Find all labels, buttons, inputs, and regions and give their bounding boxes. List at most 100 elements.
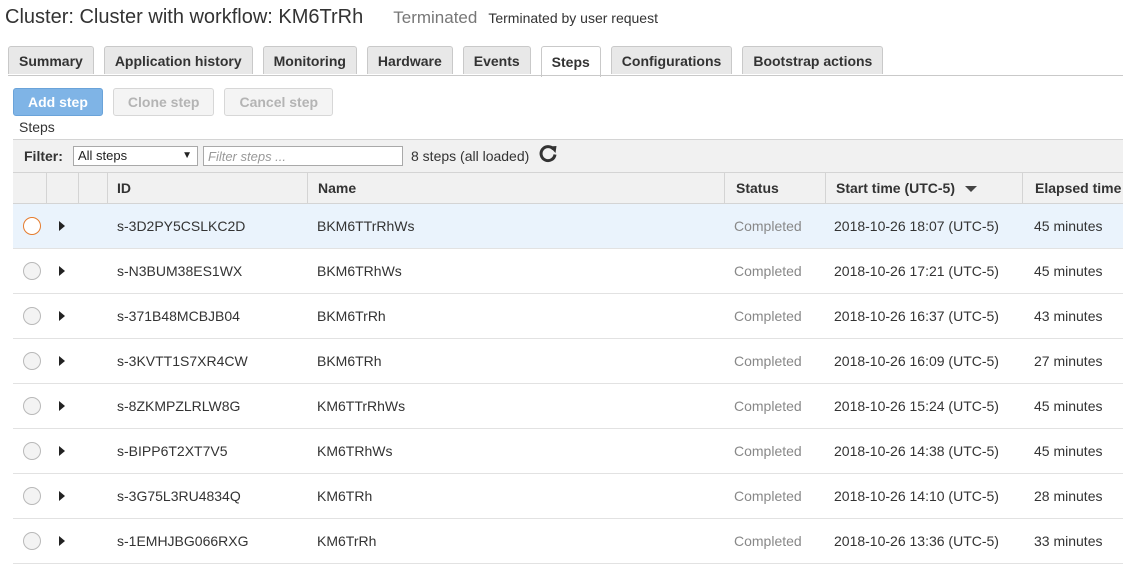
- step-elapsed-time: 28 minutes: [1034, 488, 1103, 504]
- step-elapsed-time: 33 minutes: [1034, 533, 1103, 549]
- step-elapsed-time: 45 minutes: [1034, 443, 1103, 459]
- step-status: Completed: [734, 353, 802, 369]
- filter-steps-input[interactable]: [203, 146, 403, 166]
- add-step-button[interactable]: Add step: [13, 88, 103, 116]
- step-id: s-3KVTT1S7XR4CW: [117, 353, 248, 369]
- step-status: Completed: [734, 443, 802, 459]
- filter-bar: Filter: All steps ▼ 8 steps (all loaded): [13, 139, 1123, 172]
- tab-bootstrap-actions[interactable]: Bootstrap actions: [742, 46, 884, 74]
- caret-right-icon[interactable]: [59, 311, 65, 321]
- row-select-radio[interactable]: [23, 307, 41, 325]
- caret-right-icon[interactable]: [59, 356, 65, 366]
- row-select-radio[interactable]: [23, 262, 41, 280]
- column-header-start-time-label: Start time (UTC-5): [836, 180, 956, 196]
- step-name: BKM6TTrRhWs: [317, 218, 415, 234]
- step-status: Completed: [734, 533, 802, 549]
- step-name: BKM6TrRh: [317, 308, 386, 324]
- row-select-radio[interactable]: [23, 487, 41, 505]
- step-id: s-371B48MCBJB04: [117, 308, 240, 324]
- step-status: Completed: [734, 218, 802, 234]
- step-start-time: 2018-10-26 16:37 (UTC-5): [834, 308, 999, 324]
- tab-configurations[interactable]: Configurations: [610, 46, 733, 74]
- row-select-radio[interactable]: [23, 397, 41, 415]
- column-divider: [307, 173, 308, 204]
- tab-summary[interactable]: Summary: [8, 46, 94, 74]
- step-id: s-N3BUM38ES1WX: [117, 263, 243, 279]
- step-name: KM6TrRh: [317, 533, 377, 549]
- tab-monitoring[interactable]: Monitoring: [262, 46, 357, 74]
- table-row[interactable]: s-1EMHJBG066RXG KM6TrRh Completed 2018-1…: [13, 519, 1123, 564]
- table-row[interactable]: s-N3BUM38ES1WX BKM6TRhWs Completed 2018-…: [13, 249, 1123, 294]
- step-filter-select[interactable]: All steps ▼: [73, 146, 198, 166]
- table-row[interactable]: s-BIPP6T2XT7V5 KM6TRhWs Completed 2018-1…: [13, 429, 1123, 474]
- row-select-radio[interactable]: [23, 532, 41, 550]
- step-elapsed-time: 45 minutes: [1034, 218, 1103, 234]
- column-divider: [1022, 173, 1023, 204]
- column-header-status[interactable]: Status: [736, 173, 779, 204]
- tab-bar: Summary Application history Monitoring H…: [8, 46, 893, 77]
- page-title: Cluster: Cluster with workflow: KM6TrRh: [5, 6, 364, 28]
- tab-divider: [8, 75, 1123, 76]
- step-id: s-8ZKMPZLRLW8G: [117, 398, 241, 414]
- caret-right-icon[interactable]: [59, 491, 65, 501]
- table-row[interactable]: s-3KVTT1S7XR4CW BKM6TRh Completed 2018-1…: [13, 339, 1123, 384]
- column-divider: [107, 173, 108, 204]
- step-count: 8 steps (all loaded): [411, 148, 530, 164]
- row-select-radio[interactable]: [23, 442, 41, 460]
- tab-application-history[interactable]: Application history: [103, 46, 253, 74]
- sort-descending-icon: [965, 186, 978, 193]
- filter-label: Filter:: [24, 148, 63, 164]
- step-id: s-3D2PY5CSLKC2D: [117, 218, 246, 234]
- column-header-elapsed-time[interactable]: Elapsed time: [1035, 173, 1121, 204]
- cluster-state-reason: Terminated by user request: [488, 10, 658, 26]
- step-name: BKM6TRhWs: [317, 263, 402, 279]
- step-status: Completed: [734, 398, 802, 414]
- table-row[interactable]: s-8ZKMPZLRLW8G KM6TTrRhWs Completed 2018…: [13, 384, 1123, 429]
- cluster-state: Terminated: [393, 8, 478, 27]
- table-row[interactable]: s-3G75L3RU4834Q KM6TRh Completed 2018-10…: [13, 474, 1123, 519]
- table-header: ID Name Status Start time (UTC-5) Elapse…: [13, 172, 1123, 204]
- column-divider: [78, 173, 79, 204]
- column-divider: [46, 173, 47, 204]
- tab-steps[interactable]: Steps: [540, 46, 601, 77]
- chevron-down-icon: ▼: [182, 150, 192, 161]
- caret-right-icon[interactable]: [59, 401, 65, 411]
- step-start-time: 2018-10-26 16:09 (UTC-5): [834, 353, 999, 369]
- step-start-time: 2018-10-26 14:10 (UTC-5): [834, 488, 999, 504]
- step-status: Completed: [734, 488, 802, 504]
- row-select-radio[interactable]: [23, 352, 41, 370]
- cluster-header: Cluster: Cluster with workflow: KM6TrRh …: [5, 6, 658, 32]
- column-header-start-time[interactable]: Start time (UTC-5): [836, 173, 978, 204]
- column-header-name[interactable]: Name: [318, 173, 356, 204]
- tab-events[interactable]: Events: [462, 46, 531, 74]
- step-start-time: 2018-10-26 15:24 (UTC-5): [834, 398, 999, 414]
- column-header-id[interactable]: ID: [117, 173, 131, 204]
- step-name: KM6TRh: [317, 488, 373, 504]
- refresh-icon[interactable]: [537, 143, 559, 165]
- tab-hardware[interactable]: Hardware: [366, 46, 453, 74]
- column-divider: [825, 173, 826, 204]
- step-name: KM6TTrRhWs: [317, 398, 406, 414]
- section-label: Steps: [19, 119, 55, 135]
- step-status: Completed: [734, 308, 802, 324]
- caret-right-icon[interactable]: [59, 221, 65, 231]
- cancel-step-button[interactable]: Cancel step: [224, 88, 334, 116]
- step-elapsed-time: 27 minutes: [1034, 353, 1103, 369]
- step-name: KM6TRhWs: [317, 443, 393, 459]
- step-actions: Add step Clone step Cancel step: [13, 88, 343, 116]
- step-status: Completed: [734, 263, 802, 279]
- step-elapsed-time: 43 minutes: [1034, 308, 1103, 324]
- table-row[interactable]: s-371B48MCBJB04 BKM6TrRh Completed 2018-…: [13, 294, 1123, 339]
- caret-right-icon[interactable]: [59, 446, 65, 456]
- column-divider: [724, 173, 725, 204]
- step-id: s-1EMHJBG066RXG: [117, 533, 249, 549]
- clone-step-button[interactable]: Clone step: [112, 88, 215, 116]
- row-select-radio[interactable]: [23, 217, 41, 235]
- step-start-time: 2018-10-26 14:38 (UTC-5): [834, 443, 999, 459]
- caret-right-icon[interactable]: [59, 536, 65, 546]
- step-id: s-BIPP6T2XT7V5: [117, 443, 228, 459]
- caret-right-icon[interactable]: [59, 266, 65, 276]
- table-row[interactable]: s-3D2PY5CSLKC2D BKM6TTrRhWs Completed 20…: [13, 204, 1123, 249]
- step-id: s-3G75L3RU4834Q: [117, 488, 241, 504]
- steps-table-body: s-3D2PY5CSLKC2D BKM6TTrRhWs Completed 20…: [13, 204, 1123, 564]
